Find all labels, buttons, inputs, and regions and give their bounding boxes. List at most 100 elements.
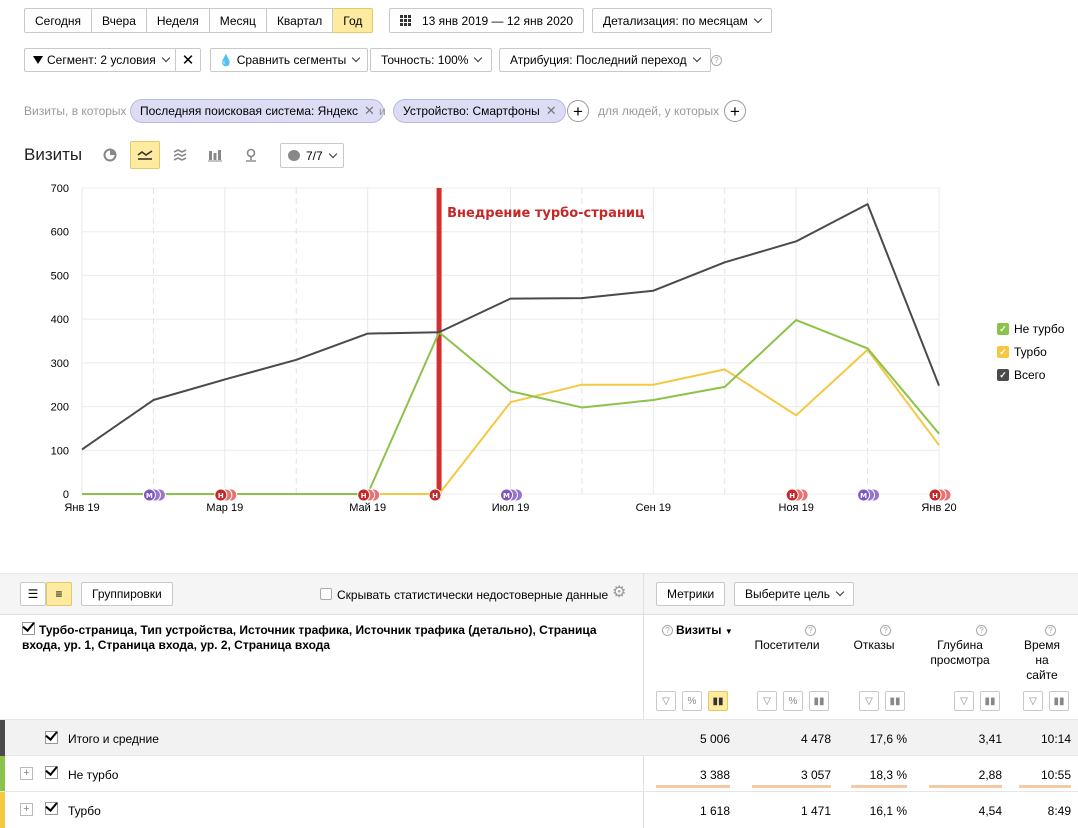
chevron-down-icon [835,587,845,597]
legend-item-total[interactable]: ✓ Всего [997,368,1045,382]
cell-bounces: 18,3 % [869,768,907,782]
percent-icon[interactable]: % [682,691,702,711]
x-tick-label: Янв 20 [921,502,956,514]
value-bar [752,785,831,788]
marker-letter: Н [361,492,367,500]
groupings-button[interactable]: Группировки [81,582,173,606]
marker-letter: Н [789,492,795,500]
cell-visitors: 4 478 [800,732,831,746]
legend-item-turbo[interactable]: ✓ Турбо [997,345,1047,359]
y-tick-label: 700 [51,183,69,195]
value-bar [1019,785,1071,788]
expand-icon[interactable]: + [20,767,33,780]
x-tick-label: Мар 19 [206,502,243,514]
help-icon[interactable]: ? [662,625,673,636]
cell-time: 10:55 [1040,768,1071,782]
notice-marker: Н [428,488,442,502]
expand-icon[interactable]: + [20,803,33,816]
dimensions-header: Турбо-страница, Тип устройства, Источник… [22,623,597,652]
filter-icon[interactable]: ▽ [859,691,879,711]
notice-marker: Н [785,488,809,502]
checkbox-icon: ✓ [997,323,1009,335]
help-icon[interactable]: ? [976,625,987,636]
manual-marker: М [142,488,166,502]
cell-visits: 3 388 [699,768,730,782]
help-icon[interactable]: ? [1045,625,1056,636]
y-tick-label: 300 [51,358,69,370]
metrics-button[interactable]: Метрики [656,582,726,606]
y-tick-label: 100 [51,445,69,457]
x-tick-label: Июл 19 [492,502,530,514]
filter-icon[interactable]: ▽ [954,691,974,711]
tree-view-button[interactable]: ≡ [46,582,72,606]
marker-letter: М [860,492,867,500]
row-checkbox[interactable] [45,731,58,744]
cell-visitors: 1 471 [800,804,831,818]
manual-marker: М [857,488,881,502]
legend-item-not-turbo[interactable]: ✓ Не турбо [997,322,1064,336]
list-view-button[interactable]: ☰ [20,582,46,606]
row-color-marker [0,720,5,756]
bar-chart-icon[interactable]: ▮▮ [809,691,829,711]
column-header-time[interactable]: Время на сайте [1018,638,1066,683]
filter-icon[interactable]: ▽ [757,691,777,711]
row-color-marker [0,792,5,828]
table-row-turbo[interactable]: + Турбо 1 618 1 471 16,1 % 4,54 8:49 [0,792,1078,828]
cell-visits: 1 618 [699,804,730,818]
hide-unreliable-label: Скрывать статистически недостоверные дан… [337,588,609,602]
x-tick-label: Янв 19 [64,502,99,514]
y-tick-label: 400 [51,314,69,326]
row-label: Не турбо [68,768,119,782]
filter-icon[interactable]: ▽ [1023,691,1043,711]
value-bar [656,785,730,788]
percent-icon[interactable]: % [783,691,803,711]
notice-marker: Н [928,488,952,502]
marker-letter: Н [932,492,938,500]
bar-chart-icon[interactable]: ▮▮ [980,691,1000,711]
legend-label: Не турбо [1014,322,1065,336]
cell-visitors: 3 057 [800,768,831,782]
notice-marker: Н [357,488,381,502]
cell-visits: 5 006 [699,732,730,746]
marker-letter: Н [432,492,438,500]
y-tick-label: 200 [51,402,69,414]
marker-letter: М [503,492,510,500]
x-tick-label: Ноя 19 [779,502,814,514]
row-color-marker [0,756,5,791]
marker-letter: М [146,492,153,500]
checkbox-icon: ✓ [997,346,1009,358]
gear-icon[interactable]: ⚙ [612,585,626,601]
annotation-label: Внедрение турбо-страниц [447,206,645,221]
table-row-total: Итого и средние 5 006 4 478 17,6 % 3,41 … [0,719,1078,756]
hide-unreliable-checkbox[interactable] [320,588,332,600]
cell-depth: 3,41 [978,732,1002,746]
column-header-bounces[interactable]: Отказы [848,638,900,653]
value-bar [851,785,907,788]
goal-label: Выберите цель [745,587,831,601]
marker-letter: Н [218,492,224,500]
table-row-not-turbo[interactable]: + Не турбо 3 388 3 057 18,3 % 2,88 10:55 [0,756,1078,792]
legend-label: Всего [1014,368,1046,382]
bar-chart-icon[interactable]: ▮▮ [885,691,905,711]
row-label: Турбо [68,804,101,818]
x-tick-label: Май 19 [349,502,386,514]
y-tick-label: 600 [51,227,69,239]
cell-depth: 2,88 [978,768,1002,782]
row-checkbox[interactable] [45,766,58,779]
x-tick-label: Сен 19 [636,502,671,514]
bar-chart-icon[interactable]: ▮▮ [708,691,728,711]
manual-marker: М [500,488,523,502]
y-tick-label: 500 [51,270,69,282]
cell-time: 8:49 [1047,804,1071,818]
column-header-visits[interactable]: Визиты ▼ [676,623,733,639]
goal-dropdown[interactable]: Выберите цель [734,582,855,606]
filter-icon[interactable]: ▽ [656,691,676,711]
column-header-depth[interactable]: Глубина просмотра [925,638,995,668]
help-icon[interactable]: ? [805,625,816,636]
cell-bounces: 17,6 % [869,732,907,746]
help-icon[interactable]: ? [880,625,891,636]
row-checkbox[interactable] [45,802,58,815]
column-header-visitors[interactable]: Посетители [748,638,826,653]
bar-chart-icon[interactable]: ▮▮ [1049,691,1069,711]
visits-line-chart: 0 100 200 300 400 500 600 700 Янв 19 Мар 19 Май 19… [51,183,957,514]
